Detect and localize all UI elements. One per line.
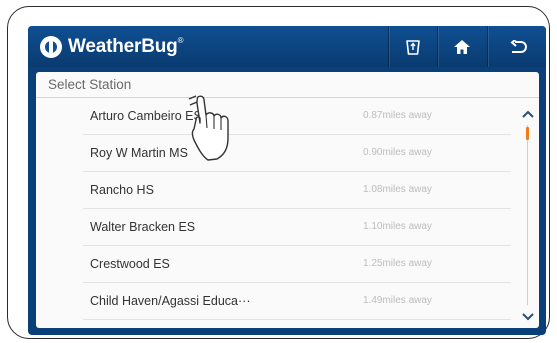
station-distance: 1.10miles away	[363, 221, 432, 232]
station-distance: 0.90miles away	[363, 147, 432, 158]
station-name: Child Haven/Agassi Educa···	[90, 294, 251, 308]
share-icon	[406, 39, 420, 55]
station-item[interactable]: Arturo Cambeiro ES 0.87miles away	[83, 98, 511, 135]
page-title: Select Station	[48, 77, 132, 92]
station-distance: 0.87miles away	[363, 110, 432, 121]
back-arrow-icon	[509, 39, 527, 53]
station-item[interactable]: Walter Bracken ES 1.10miles away	[83, 209, 511, 246]
scrollbar-thumb[interactable]	[526, 127, 529, 140]
station-name: Crestwood ES	[90, 257, 170, 271]
tap-gesture-hand-icon	[188, 95, 229, 161]
station-panel: Select Station Arturo Cambeiro ES 0.87mi…	[36, 72, 539, 328]
station-list: Arturo Cambeiro ES 0.87miles away Roy W …	[83, 98, 511, 320]
weatherbug-logo-icon	[40, 36, 62, 58]
station-name: Roy W Martin MS	[90, 146, 188, 160]
scroll-down-button[interactable]	[522, 308, 534, 326]
device-frame: WeatherBug® Select Station Arturo Cambei…	[7, 6, 550, 339]
chevron-down-icon	[522, 313, 534, 321]
station-item[interactable]: Roy W Martin MS 0.90miles away	[83, 135, 511, 172]
station-name: Walter Bracken ES	[90, 220, 196, 234]
station-item[interactable]: Child Haven/Agassi Educa··· 1.49miles aw…	[83, 283, 511, 320]
app-screen: WeatherBug® Select Station Arturo Cambei…	[28, 26, 546, 335]
share-button[interactable]	[388, 26, 437, 67]
scroll-up-button[interactable]	[522, 105, 534, 123]
scrollbar-track[interactable]	[527, 125, 528, 305]
chevron-up-icon	[522, 110, 534, 118]
app-logo: WeatherBug®	[40, 34, 183, 60]
station-distance: 1.49miles away	[363, 295, 432, 306]
app-header: WeatherBug®	[28, 26, 546, 67]
home-icon	[454, 39, 470, 54]
station-name: Rancho HS	[90, 183, 154, 197]
app-brand-name: WeatherBug®	[68, 36, 184, 57]
station-distance: 1.25miles away	[363, 258, 432, 269]
station-item[interactable]: Rancho HS 1.08miles away	[83, 172, 511, 209]
station-item[interactable]: Crestwood ES 1.25miles away	[83, 246, 511, 283]
back-button[interactable]	[487, 26, 546, 67]
station-distance: 1.08miles away	[363, 184, 432, 195]
home-button[interactable]	[437, 26, 486, 67]
